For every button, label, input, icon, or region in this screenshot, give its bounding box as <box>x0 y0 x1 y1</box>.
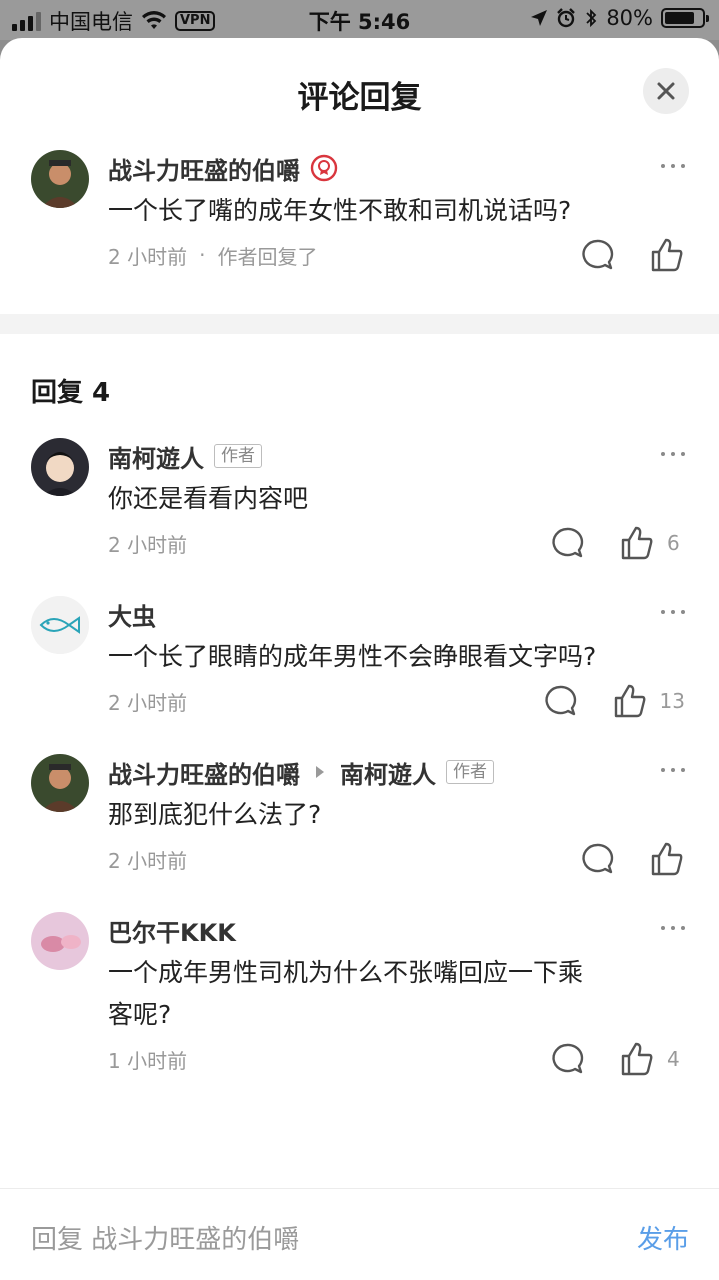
reply-icon[interactable] <box>579 841 615 877</box>
avatar[interactable] <box>31 596 89 654</box>
comment-time: 2 小时前 <box>108 244 188 269</box>
comment-text-line: 一个成年男性司机为什么不张嘴回应一下乘 <box>108 958 584 987</box>
battery-percent: 80% <box>606 6 653 30</box>
medal-icon <box>310 154 338 182</box>
like-count: 4 <box>667 1047 680 1071</box>
reply-item: 大虫 一个长了眼睛的成年男性不会睁眼看文字吗? 2 小时前 13 <box>0 596 719 724</box>
comment-meta: 2 小时前 6 <box>108 520 685 566</box>
avatar[interactable] <box>31 150 89 208</box>
username[interactable]: 战斗力旺盛的伯嚼 <box>108 755 300 790</box>
more-options-button[interactable] <box>661 610 685 614</box>
comment-text: 你还是看看内容吧 <box>108 484 309 513</box>
more-options-button[interactable] <box>661 164 685 168</box>
name-row: 南柯遊人 作者 <box>108 438 685 474</box>
battery-fill <box>665 12 694 24</box>
status-right: 80% <box>530 6 709 30</box>
meta-separator: · <box>199 243 206 267</box>
comment-text: 一个长了眼睛的成年男性不会睁眼看文字吗? <box>108 642 597 671</box>
like-count: 6 <box>667 531 680 555</box>
reply-item: 战斗力旺盛的伯嚼 南柯遊人 作者 那到底犯什么法了? 2 小时前 <box>0 754 719 882</box>
alarm-icon <box>557 8 576 28</box>
name-row: 战斗力旺盛的伯嚼 南柯遊人 作者 <box>108 754 685 790</box>
comment-time: 2 小时前 <box>108 690 188 715</box>
username[interactable]: 巴尔干KKK <box>108 913 236 948</box>
bluetooth-icon <box>586 8 597 28</box>
avatar[interactable] <box>31 754 89 812</box>
name-row: 大虫 <box>108 596 685 632</box>
section-divider <box>0 314 719 334</box>
comment-actions: 13 <box>542 678 685 724</box>
comment-meta: 2 小时前 <box>108 836 685 882</box>
battery-icon <box>661 8 709 28</box>
name-row: 巴尔干KKK <box>108 912 685 948</box>
more-options-button[interactable] <box>661 768 685 772</box>
more-options-button[interactable] <box>661 452 685 456</box>
comment-actions: 6 <box>549 520 685 566</box>
like-icon[interactable] <box>649 237 685 273</box>
reply-input[interactable]: 回复 战斗力旺盛的伯嚼 <box>31 1219 299 1256</box>
avatar[interactable] <box>31 912 89 970</box>
top-comment: 战斗力旺盛的伯嚼 一个长了嘴的成年女性不敢和司机说话吗? 2 小时前 · 作者回… <box>0 150 719 278</box>
comment-text: 一个成年男性司机为什么不张嘴回应一下乘 客呢? <box>108 952 685 1036</box>
like-count: 13 <box>659 689 685 713</box>
status-bar: 中国电信 VPN 下午 5:46 80% <box>0 0 719 40</box>
reply-bar: 回复 战斗力旺盛的伯嚼 发布 <box>0 1188 719 1280</box>
author-badge: 作者 <box>446 760 494 784</box>
comment-reply-sheet: 评论回复 战斗力旺盛的伯嚼 一个长了嘴的成年女性不敢和司机说话吗? 2 小时前 … <box>0 38 719 1280</box>
comment-meta: 2 小时前 · 作者回复了 <box>108 232 685 278</box>
author-replied-label: 作者回复了 <box>217 244 318 269</box>
reply-icon[interactable] <box>542 683 578 719</box>
more-options-button[interactable] <box>661 926 685 930</box>
username[interactable]: 南柯遊人 <box>108 439 204 474</box>
like-icon[interactable] <box>619 525 655 561</box>
reply-to-username[interactable]: 南柯遊人 <box>340 755 436 790</box>
comment-time: 2 小时前 <box>108 532 188 557</box>
reply-item: 南柯遊人 作者 你还是看看内容吧 2 小时前 6 <box>0 438 719 566</box>
comment-meta: 1 小时前 4 <box>108 1036 685 1082</box>
comment-time: 1 小时前 <box>108 1048 188 1073</box>
sheet-title: 评论回复 <box>297 80 422 116</box>
like-icon[interactable] <box>612 683 648 719</box>
username[interactable]: 大虫 <box>108 597 156 632</box>
comment-text-line: 客呢? <box>108 1000 172 1029</box>
reply-icon[interactable] <box>549 1041 585 1077</box>
comment-meta: 2 小时前 13 <box>108 678 685 724</box>
sheet-header: 评论回复 <box>0 38 719 148</box>
close-icon <box>657 82 675 100</box>
reply-icon[interactable] <box>549 525 585 561</box>
comment-actions <box>579 836 685 882</box>
like-icon[interactable] <box>649 841 685 877</box>
username[interactable]: 战斗力旺盛的伯嚼 <box>108 151 300 186</box>
comment-text: 那到底犯什么法了? <box>108 800 322 829</box>
like-icon[interactable] <box>619 1041 655 1077</box>
reply-icon[interactable] <box>579 237 615 273</box>
publish-button[interactable]: 发布 <box>637 1219 689 1256</box>
reply-item: 巴尔干KKK 一个成年男性司机为什么不张嘴回应一下乘 客呢? 1 小时前 4 <box>0 912 719 1082</box>
avatar[interactable] <box>31 438 89 496</box>
name-row: 战斗力旺盛的伯嚼 <box>108 150 685 186</box>
comment-actions: 4 <box>549 1036 685 1082</box>
close-button[interactable] <box>643 68 689 114</box>
comment-time: 2 小时前 <box>108 848 188 873</box>
replies-count-title: 回复 4 <box>31 378 111 408</box>
reply-to-arrow-icon <box>316 766 324 778</box>
author-badge: 作者 <box>214 444 262 468</box>
comment-text: 一个长了嘴的成年女性不敢和司机说话吗? <box>108 196 572 225</box>
comment-actions <box>579 232 685 278</box>
location-arrow-icon <box>531 10 548 26</box>
